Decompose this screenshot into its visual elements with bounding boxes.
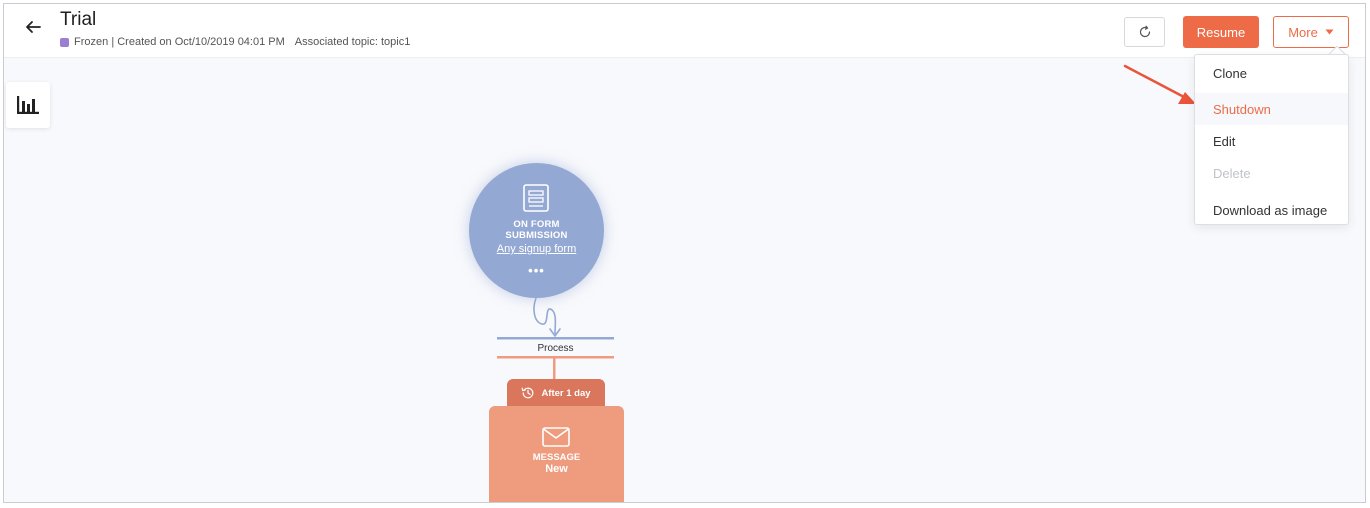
trigger-form-link[interactable]: Any signup form <box>469 243 604 255</box>
bar-chart-icon <box>17 96 39 114</box>
more-button-label: More <box>1288 24 1318 40</box>
workflow-meta: Frozen | Created on Oct/10/2019 04:01 PM… <box>60 36 410 48</box>
menu-item-label: Shutdown <box>1213 101 1271 117</box>
more-dropdown-menu: Clone Shutdown Edit Delete Download as i… <box>1194 54 1349 225</box>
page-header: Trial Frozen | Created on Oct/10/2019 04… <box>4 4 1365 58</box>
menu-item-label: Delete <box>1213 165 1251 181</box>
resume-button[interactable]: Resume <box>1183 16 1259 48</box>
trigger-more-options[interactable]: ••• <box>469 263 604 278</box>
delay-label: After 1 day <box>541 387 591 399</box>
menu-item-delete: Delete <box>1195 157 1348 189</box>
trigger-node[interactable]: ON FORM SUBMISSION Any signup form ••• <box>469 163 604 298</box>
process-bar-top <box>497 337 614 340</box>
statistics-button[interactable] <box>6 82 50 128</box>
trigger-connector-line <box>533 297 557 335</box>
workflow-connectors <box>497 64 1196 379</box>
form-icon <box>523 184 549 212</box>
menu-item-label: Clone <box>1213 65 1247 81</box>
menu-item-shutdown[interactable]: Shutdown <box>1195 93 1348 125</box>
resume-button-label: Resume <box>1196 24 1246 40</box>
trigger-title: ON FORM SUBMISSION <box>505 219 568 241</box>
created-date: | Created on Oct/10/2019 04:01 PM <box>111 36 285 48</box>
envelope-icon <box>542 427 570 447</box>
history-clock-icon <box>522 387 534 399</box>
app-window: Trial Frozen | Created on Oct/10/2019 04… <box>3 3 1366 503</box>
annotation-arrow-line <box>1123 64 1186 99</box>
associated-topic: Associated topic: topic1 <box>294 36 411 48</box>
arrow-left-icon <box>26 21 41 33</box>
page-title: Trial <box>60 9 97 30</box>
menu-item-clone[interactable]: Clone <box>1195 57 1348 89</box>
refresh-button[interactable] <box>1124 17 1165 47</box>
menu-item-label: Edit <box>1213 133 1236 149</box>
caret-down-icon <box>1325 29 1334 35</box>
menu-item-download-image[interactable]: Download as image <box>1195 194 1348 226</box>
message-name: New <box>545 463 568 475</box>
process-connector-line <box>553 358 556 379</box>
more-button[interactable]: More <box>1273 16 1349 48</box>
process-label: Process <box>537 343 574 354</box>
menu-item-edit[interactable]: Edit <box>1195 125 1348 157</box>
message-type: MESSAGE <box>532 452 581 463</box>
menu-item-label: Download as image <box>1213 202 1328 218</box>
delay-tab[interactable]: After 1 day <box>507 379 605 407</box>
refresh-icon <box>1139 25 1150 38</box>
status-text: Frozen <box>74 36 109 48</box>
back-button[interactable] <box>22 16 44 38</box>
message-node[interactable]: MESSAGE New <box>489 406 624 502</box>
status-color-indicator <box>60 37 69 47</box>
